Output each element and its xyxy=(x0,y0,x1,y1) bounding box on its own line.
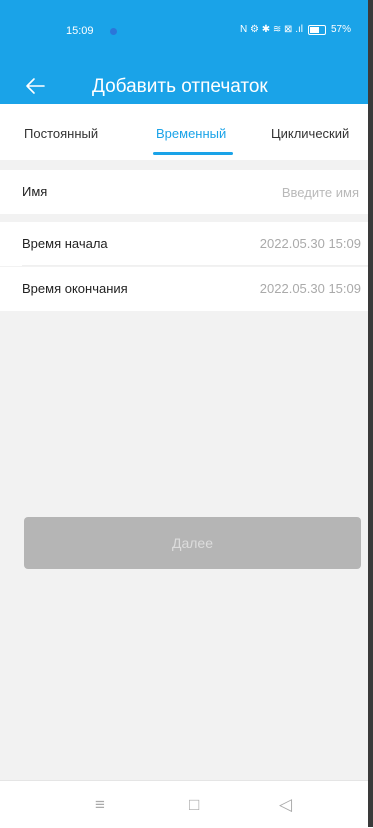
start-time-row[interactable]: Время начала 2022.05.30 15:09 xyxy=(0,222,373,266)
battery-icon xyxy=(307,24,326,35)
name-input[interactable] xyxy=(197,180,361,204)
back-arrow-icon[interactable] xyxy=(24,75,46,97)
top-bar: 15:09 N ⚙ ✱ ≋ ⊠ .ıl 57% Добавить отпечат… xyxy=(0,0,373,104)
tab-cyclic[interactable]: Циклический xyxy=(271,126,349,141)
start-time-value[interactable]: 2022.05.30 15:09 xyxy=(260,236,361,251)
home-icon[interactable]: □ xyxy=(189,795,199,815)
next-button[interactable]: Далее xyxy=(24,517,361,569)
header: Добавить отпечаток xyxy=(0,72,373,102)
system-nav-bar: ≡ □ ◁ xyxy=(0,780,373,828)
device-frame-edge xyxy=(368,0,373,827)
end-time-row[interactable]: Время окончания 2022.05.30 15:09 xyxy=(0,267,373,311)
page-title: Добавить отпечаток xyxy=(92,76,268,97)
tab-permanent[interactable]: Постоянный xyxy=(24,126,98,141)
status-icons: N ⚙ ✱ ≋ ⊠ .ıl 57% xyxy=(240,24,351,35)
end-time-value[interactable]: 2022.05.30 15:09 xyxy=(260,281,361,296)
active-tab-indicator xyxy=(153,152,233,155)
tab-temporary[interactable]: Временный xyxy=(156,126,226,141)
status-icons-text: N ⚙ ✱ ≋ ⊠ .ıl xyxy=(239,24,303,35)
end-time-label: Время окончания xyxy=(22,281,128,296)
row-divider xyxy=(22,265,373,266)
start-time-label: Время начала xyxy=(22,236,108,251)
section-divider xyxy=(0,160,373,170)
notification-dot-icon xyxy=(110,28,117,35)
tab-bar: Постоянный Временный Циклический xyxy=(0,104,373,160)
menu-icon[interactable]: ≡ xyxy=(95,795,105,815)
name-label: Имя xyxy=(22,184,48,199)
battery-level: 57% xyxy=(330,24,351,35)
back-icon[interactable]: ◁ xyxy=(279,795,292,815)
status-time: 15:09 xyxy=(66,25,94,37)
status-bar: 15:09 N ⚙ ✱ ≋ ⊠ .ıl 57% xyxy=(0,22,373,42)
name-row: Имя xyxy=(0,170,373,214)
